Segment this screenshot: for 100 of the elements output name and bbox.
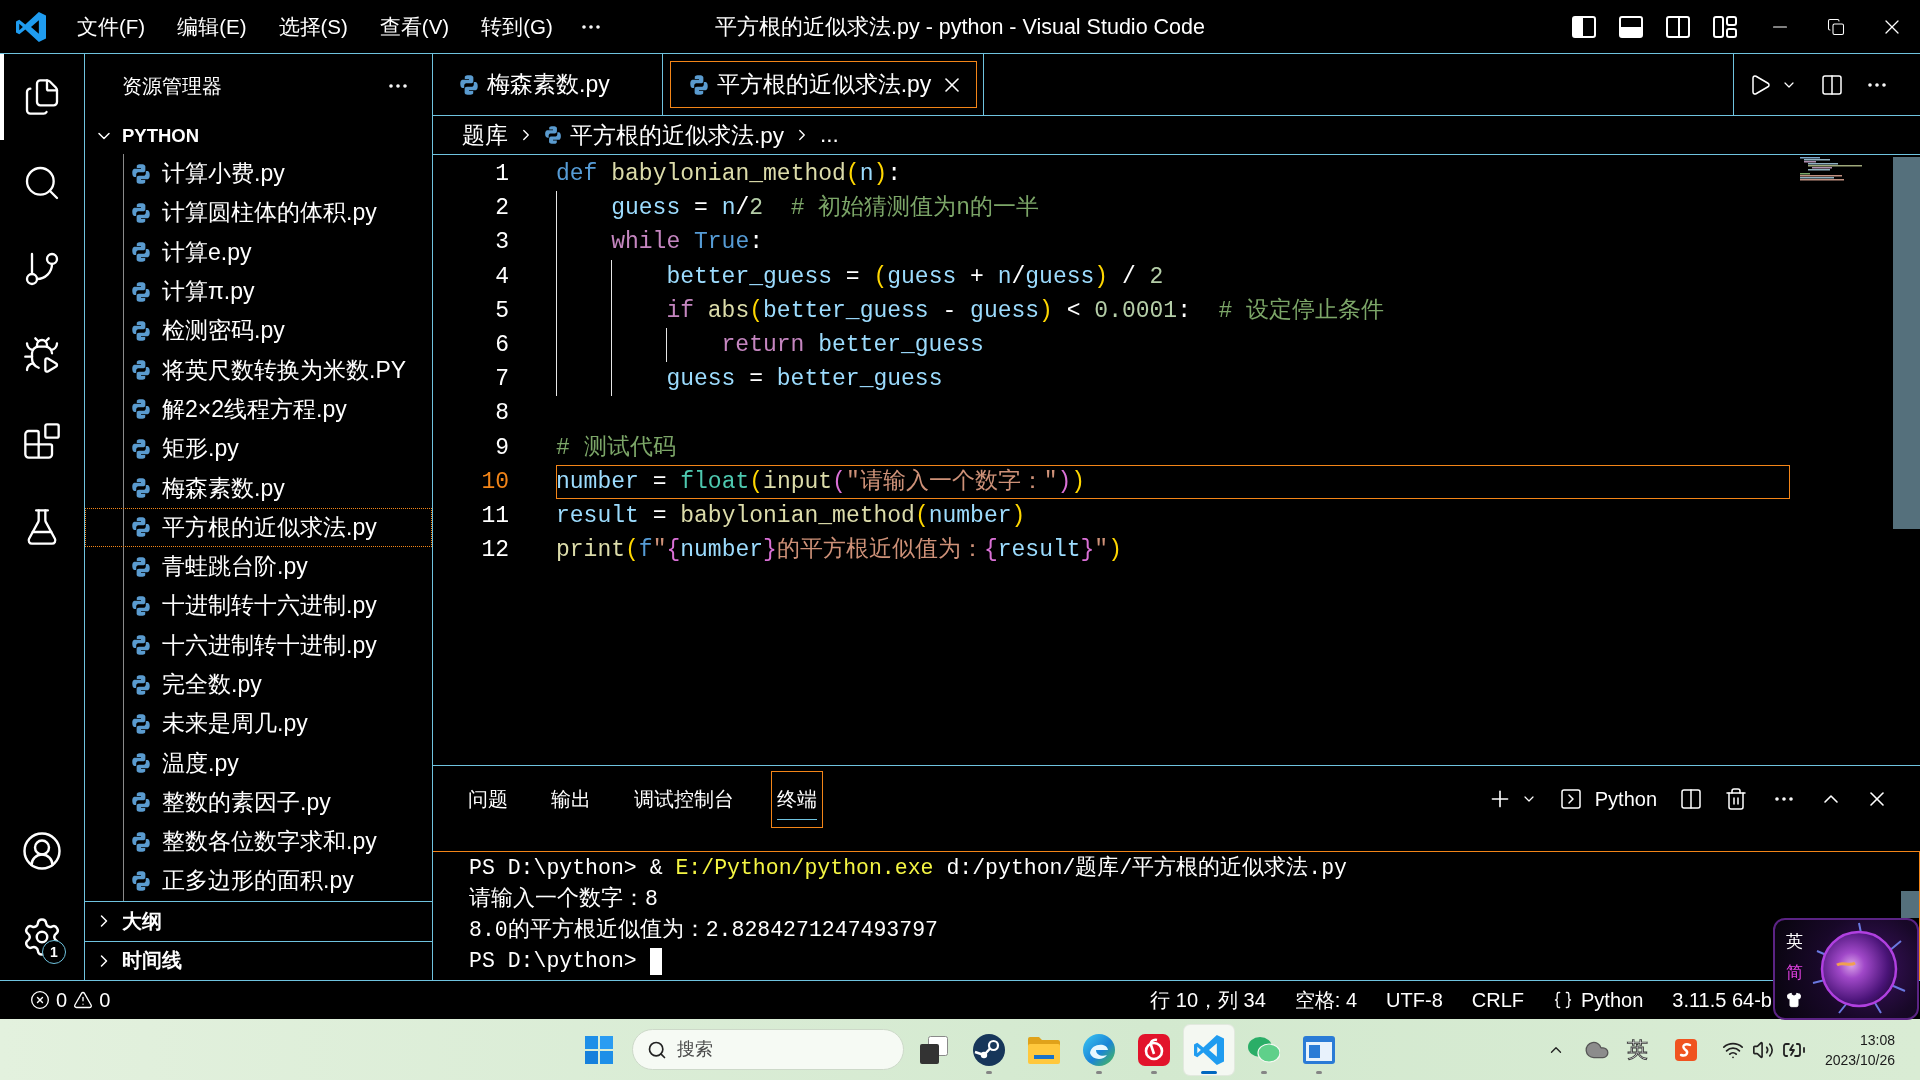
panel-tab[interactable]: 调试控制台 bbox=[628, 770, 740, 828]
overlapping-squares-icon bbox=[919, 1035, 948, 1064]
file-item[interactable]: 计算e.py bbox=[85, 232, 432, 272]
line-number: 6 bbox=[494, 330, 509, 360]
file-item[interactable]: 正多边形的面积.py bbox=[85, 861, 432, 901]
terminal-line: PS D:\python> & E:/Python/python.exe d:/python/题库/平方根的近似求法.py bbox=[469, 854, 1348, 882]
breadcrumb-item[interactable]: 题库 bbox=[462, 119, 508, 151]
file-item[interactable]: 平方根的近似求法.py bbox=[85, 507, 432, 547]
file-item[interactable]: 青蛙跳台阶.py bbox=[85, 546, 432, 587]
layout-grid-icon[interactable] bbox=[1712, 15, 1737, 38]
menu-item[interactable]: 查看(V) bbox=[363, 0, 466, 53]
file-item[interactable]: 温度.py bbox=[85, 743, 432, 783]
secondary-sidebar-toggle-icon[interactable] bbox=[1665, 15, 1690, 38]
line-number: 10 bbox=[480, 467, 509, 497]
scrollbar-thumb[interactable] bbox=[1901, 891, 1919, 918]
script-toggle[interactable]: 简 bbox=[1785, 961, 1803, 984]
file-item[interactable]: 十六进制转十进制.py bbox=[85, 625, 432, 665]
terminal-line: 请输入一个数字：8 bbox=[469, 885, 658, 913]
code-line: def babylonian_method(n): bbox=[556, 160, 902, 189]
window-app-icon bbox=[1302, 1035, 1335, 1064]
panel-toggle-icon[interactable] bbox=[1618, 15, 1643, 38]
menu-item[interactable]: 选择(S) bbox=[262, 0, 364, 53]
python-file-icon bbox=[131, 202, 151, 223]
file-item[interactable]: 完全数.py bbox=[85, 664, 432, 705]
menu-item[interactable]: 文件(F) bbox=[61, 0, 162, 53]
scrollbar-thumb[interactable] bbox=[1893, 157, 1920, 529]
file-item[interactable]: 未来是周几.py bbox=[85, 704, 432, 744]
swoosh-logo-icon[interactable] bbox=[1674, 1038, 1697, 1061]
running-indicator bbox=[985, 1070, 992, 1074]
file-item[interactable]: 解2×2线程方程.py bbox=[85, 389, 432, 430]
editor-tab[interactable]: 平方根的近似求法.py bbox=[662, 54, 985, 115]
split-editor-icon[interactable] bbox=[1820, 72, 1844, 97]
panel-tab[interactable]: 问题 bbox=[462, 770, 514, 828]
status-bar-item[interactable]: Python bbox=[1553, 988, 1644, 1012]
file-item[interactable]: 矩形.py bbox=[85, 429, 432, 469]
panel-tab[interactable]: 输出 bbox=[545, 770, 597, 828]
file-item[interactable]: 整数的素因子.py bbox=[85, 782, 432, 823]
file-item[interactable]: 检测密码.py bbox=[85, 311, 432, 351]
shirt-icon[interactable] bbox=[1786, 992, 1802, 1008]
file-item[interactable]: 将英尺数转换为米数.PY bbox=[85, 350, 432, 390]
file-item[interactable]: 十进制转十六进制.py bbox=[85, 586, 432, 626]
code-line: guess = better_guess bbox=[666, 365, 943, 395]
sidebar-toggle-icon[interactable] bbox=[1571, 15, 1596, 38]
folder-icon bbox=[1027, 1035, 1060, 1064]
folder-header[interactable]: PYTHON bbox=[85, 118, 432, 154]
split-terminal-icon[interactable] bbox=[1679, 787, 1703, 811]
code-line: return better_guess bbox=[721, 330, 984, 360]
file-item[interactable]: 计算小费.py bbox=[85, 154, 432, 194]
app-logo-icon bbox=[16, 11, 46, 42]
running-indicator bbox=[1315, 1070, 1322, 1074]
python-file-icon bbox=[131, 753, 151, 774]
editor-tab[interactable]: 梅森素数.py bbox=[433, 54, 663, 115]
search-field[interactable]: 搜索 bbox=[676, 1039, 867, 1060]
file-item[interactable]: 计算圆柱体的体积.py bbox=[85, 193, 432, 233]
section-header[interactable]: 时间线 bbox=[85, 940, 432, 980]
menu-item[interactable]: 转到(G) bbox=[465, 0, 569, 53]
line-number: 1 bbox=[494, 160, 509, 189]
input-mode-toggle[interactable]: 英 bbox=[1785, 930, 1803, 953]
breadcrumb-item[interactable]: ... bbox=[820, 122, 839, 148]
python-file-icon bbox=[131, 399, 151, 420]
python-file-icon bbox=[131, 360, 151, 381]
file-item[interactable]: 计算π.py bbox=[85, 271, 432, 312]
browser-swirl-icon bbox=[1082, 1033, 1115, 1066]
account-icon[interactable] bbox=[21, 830, 63, 872]
section-header[interactable]: 大纲 bbox=[85, 901, 432, 941]
clock-date[interactable]: 2023/10/26 bbox=[1824, 1049, 1895, 1070]
minimap-drawing[interactable] bbox=[1800, 157, 1862, 181]
status-bar-item[interactable]: 行 10，列 34 bbox=[1150, 986, 1266, 1014]
python-file-icon bbox=[131, 674, 151, 695]
menu-item[interactable]: 编辑(E) bbox=[161, 0, 263, 53]
line-number: 12 bbox=[480, 536, 509, 566]
status-bar-item[interactable]: UTF-8 bbox=[1386, 988, 1443, 1012]
breadcrumb-item[interactable]: 平方根的近似求法.py bbox=[544, 119, 784, 151]
restore-icon[interactable] bbox=[1827, 17, 1845, 36]
python-file-icon bbox=[131, 713, 151, 734]
terminal-line: 8.0的平方根近似值为：2.8284271247493797 bbox=[469, 916, 938, 944]
notification-badge: 1 bbox=[42, 940, 66, 964]
trash-icon[interactable] bbox=[1724, 787, 1748, 811]
clock-time[interactable]: 13:08 bbox=[1859, 1029, 1895, 1050]
search-bar[interactable]: 搜索 bbox=[631, 1029, 904, 1070]
terminal-profile-button[interactable]: Python bbox=[1558, 787, 1657, 811]
line-number: 4 bbox=[494, 262, 509, 292]
code-line: # 测试代码 bbox=[556, 433, 676, 463]
windows-logo-icon[interactable] bbox=[584, 1035, 613, 1064]
python-file-icon bbox=[131, 871, 151, 891]
status-bar-item[interactable]: 空格: 4 bbox=[1294, 986, 1358, 1014]
code-line: number = float(input("请输入一个数字：")) bbox=[556, 467, 1086, 497]
file-item[interactable]: 整数各位数字求和.py bbox=[85, 822, 432, 862]
braces-icon bbox=[1553, 990, 1573, 1010]
status-bar-item[interactable]: 3.11.5 64-b bbox=[1672, 988, 1772, 1012]
python-file-icon bbox=[131, 242, 151, 263]
code-line: print(f"{number}的平方根近似值为：{result}") bbox=[556, 535, 1122, 566]
problems-status-button[interactable]: 0 0 bbox=[30, 988, 111, 1012]
python-file-icon bbox=[131, 438, 151, 459]
panel-tab[interactable]: 终端 bbox=[771, 770, 823, 828]
chat-bubbles-icon bbox=[1247, 1035, 1280, 1064]
status-bar-item[interactable]: CRLF bbox=[1471, 988, 1524, 1012]
python-file-icon bbox=[131, 831, 151, 852]
python-file-icon bbox=[131, 517, 151, 538]
file-item[interactable]: 梅森素数.py bbox=[85, 468, 432, 508]
